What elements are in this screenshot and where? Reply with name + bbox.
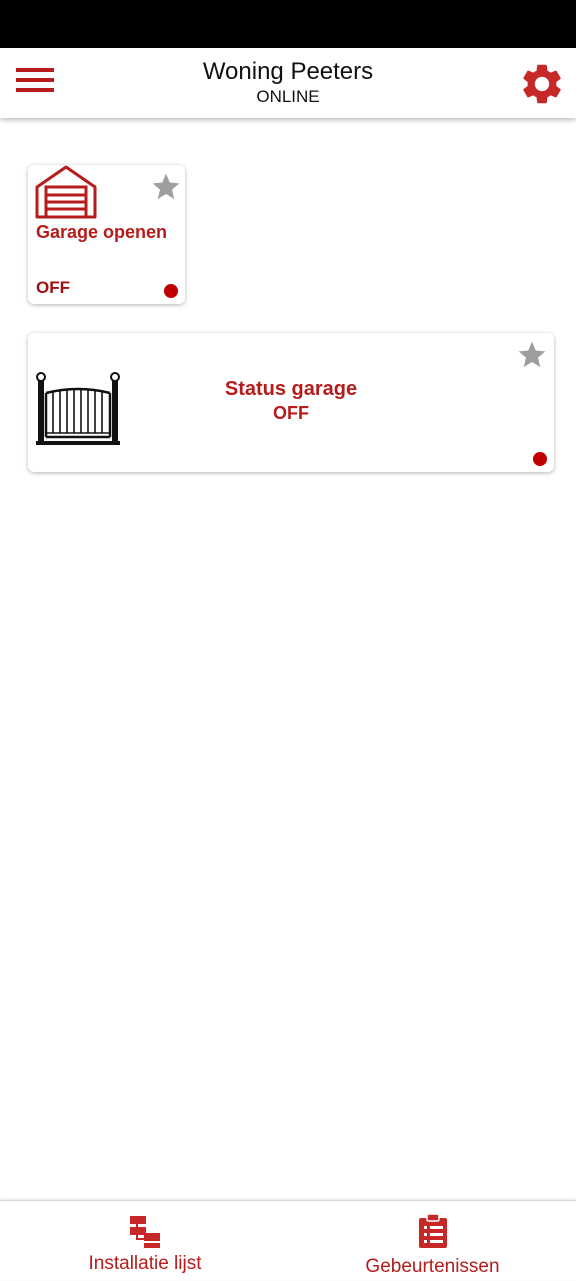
- installation-list-icon: [130, 1216, 160, 1248]
- favorite-star-icon[interactable]: [516, 339, 548, 371]
- nav-gebeurtenissen[interactable]: Gebeurtenissen: [345, 1201, 520, 1281]
- device-state: OFF: [36, 278, 70, 297]
- connection-status: ONLINE: [256, 87, 320, 106]
- page-title: Woning Peeters: [202, 58, 374, 85]
- status-bar: [0, 0, 576, 48]
- nav-label: Installatie lijst: [88, 1253, 202, 1274]
- settings-button[interactable]: [518, 60, 566, 108]
- clipboard-list-icon: [419, 1213, 447, 1248]
- device-state: OFF: [273, 403, 309, 423]
- garage-door-icon: [35, 165, 97, 219]
- status-indicator-dot: [533, 452, 547, 466]
- gate-icon: [36, 372, 120, 445]
- device-label: Garage openen: [36, 222, 168, 242]
- device-card-status-garage[interactable]: Status garage OFF: [28, 333, 554, 472]
- favorite-star-icon[interactable]: [150, 171, 182, 203]
- status-indicator-dot: [164, 284, 178, 298]
- bottom-navigation: Installatie lijst Gebeurtenissen: [0, 1200, 576, 1280]
- app-header: Woning Peeters ONLINE: [0, 48, 576, 118]
- gear-icon: [523, 64, 561, 104]
- device-label: Status garage: [224, 378, 358, 400]
- nav-installatie-lijst[interactable]: Installatie lijst: [60, 1201, 230, 1281]
- nav-label: Gebeurtenissen: [365, 1256, 500, 1277]
- device-card-garage-openen[interactable]: Garage openen OFF: [28, 165, 185, 304]
